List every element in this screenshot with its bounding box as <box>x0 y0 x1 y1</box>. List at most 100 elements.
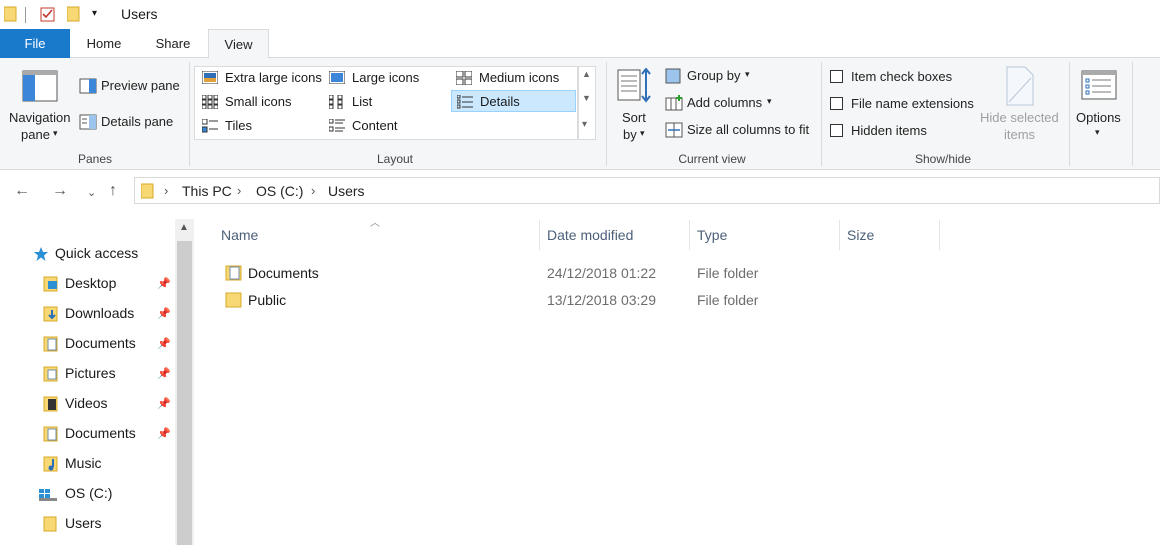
pin-icon[interactable]: 📌 <box>157 427 171 440</box>
up-arrow-icon[interactable]: ↑ <box>109 182 117 200</box>
pin-icon[interactable]: 📌 <box>157 367 171 380</box>
tab-home[interactable]: Home <box>70 29 138 58</box>
group-by-button[interactable]: Group by ▾ <box>663 66 763 86</box>
scroll-down-icon[interactable]: ▼ <box>582 93 591 103</box>
sidebar-item-users[interactable]: Users <box>0 509 174 539</box>
tab-file[interactable]: File <box>0 29 70 58</box>
size-all-columns-button[interactable]: Size all columns to fit <box>663 120 815 140</box>
pin-icon[interactable]: 📌 <box>157 277 171 290</box>
window-title: Users <box>121 6 158 22</box>
sidebar-item-music[interactable]: Music <box>0 449 174 479</box>
forward-arrow-icon[interactable]: → <box>52 182 68 200</box>
layout-content[interactable]: Content <box>324 115 398 137</box>
medium-icons-icon <box>456 71 472 85</box>
list-icon <box>329 95 343 109</box>
sidebar-item-downloads[interactable]: Downloads 📌 <box>0 299 174 329</box>
breadcrumb-this-pc[interactable]: This PC <box>182 183 232 199</box>
layout-list[interactable]: List <box>324 91 372 113</box>
details-pane-button[interactable]: Details pane <box>77 111 185 133</box>
file-list: ︿ Name Date modified Type Size Documents… <box>196 214 1160 545</box>
hidden-items-toggle[interactable]: Hidden items <box>828 122 958 140</box>
layout-large-icons[interactable]: Large icons <box>324 67 419 89</box>
column-divider[interactable] <box>689 220 690 250</box>
file-name-extensions-toggle[interactable]: File name extensions <box>828 95 978 113</box>
layout-group-label: Layout <box>376 152 414 166</box>
navigation-pane-button[interactable]: Navigation pane ▾ <box>4 64 74 148</box>
sidebar-item-documents[interactable]: Documents 📌 <box>0 329 174 359</box>
sidebar-item-desktop[interactable]: Desktop 📌 <box>0 269 174 299</box>
layout-small-icons[interactable]: Small icons <box>197 91 291 113</box>
sidebar-item-documents-2[interactable]: Documents 📌 <box>0 419 174 449</box>
sidebar-item-quick-access[interactable]: Quick access <box>0 239 174 269</box>
file-type: File folder <box>697 265 759 281</box>
sidebar-item-label: Downloads <box>65 305 135 321</box>
hidden-items-checkbox[interactable] <box>830 124 843 137</box>
preview-pane-button[interactable]: Preview pane <box>77 75 185 97</box>
group-divider <box>189 62 190 166</box>
column-divider[interactable] <box>539 220 540 250</box>
breadcrumb-os-c[interactable]: OS (C:) <box>256 183 303 199</box>
navigation-pane-scrollbar[interactable]: ▲ <box>175 219 194 545</box>
table-row[interactable]: Documents 24/12/2018 01:22 File folder <box>221 260 1160 286</box>
breadcrumb-users[interactable]: Users <box>328 183 365 199</box>
hide-selected-icon <box>1006 66 1034 106</box>
breadcrumb-separator-icon[interactable]: › <box>237 183 241 198</box>
layout-medium-icons[interactable]: Medium icons <box>451 67 559 89</box>
layout-gallery: Extra large icons Large icons Medium ico… <box>194 66 578 140</box>
chevron-down-icon: ▾ <box>745 69 750 79</box>
layout-details[interactable]: Details <box>451 90 576 112</box>
pin-icon[interactable]: 📌 <box>157 337 171 350</box>
sidebar-item-pictures[interactable]: Pictures 📌 <box>0 359 174 389</box>
tiles-icon <box>202 119 218 133</box>
sidebar-item-label: Music <box>65 455 102 471</box>
scroll-up-icon[interactable]: ▲ <box>179 222 189 233</box>
file-name-extensions-checkbox[interactable] <box>830 97 843 110</box>
new-folder-icon[interactable] <box>67 6 81 22</box>
content-icon <box>329 119 345 132</box>
layout-extra-large-icons[interactable]: Extra large icons <box>197 67 322 89</box>
properties-icon[interactable] <box>40 6 56 22</box>
layout-gallery-scroll[interactable]: ▲ ▼ ▾ <box>578 66 596 140</box>
recent-locations-chevron-icon[interactable]: ⌄ <box>87 186 96 199</box>
breadcrumb-separator-icon[interactable]: › <box>164 183 168 198</box>
file-name: Documents <box>248 265 319 281</box>
sidebar-item-os-c[interactable]: OS (C:) <box>0 479 174 509</box>
gallery-more-icon[interactable]: ▾ <box>582 119 587 130</box>
tab-share[interactable]: Share <box>138 29 208 58</box>
navigation-bar: ← → ⌄ ↑ › This PC › OS (C:) › Users <box>0 170 1160 214</box>
sort-by-button[interactable]: Sort by ▾ <box>612 64 658 148</box>
navigation-pane-label-1: Navigation <box>9 110 71 125</box>
extra-large-icons-icon <box>202 71 218 84</box>
column-header-name[interactable]: Name <box>221 220 539 256</box>
item-check-boxes-label: Item check boxes <box>851 69 953 84</box>
column-header-label: Type <box>697 227 728 243</box>
table-row[interactable]: Public 13/12/2018 03:29 File folder <box>221 287 1160 313</box>
column-header-size[interactable]: Size <box>847 220 939 256</box>
column-divider[interactable] <box>839 220 840 250</box>
tab-view[interactable]: View <box>208 29 269 59</box>
details-pane-label: Details pane <box>101 114 174 129</box>
address-bar[interactable]: › This PC › OS (C:) › Users <box>134 177 1160 204</box>
scroll-up-icon[interactable]: ▲ <box>582 69 591 79</box>
file-type: File folder <box>697 292 759 308</box>
item-check-boxes-checkbox[interactable] <box>830 70 843 83</box>
add-columns-button[interactable]: Add columns ▾ <box>663 93 778 113</box>
back-arrow-icon[interactable]: ← <box>14 182 30 200</box>
sidebar-item-videos[interactable]: Videos 📌 <box>0 389 174 419</box>
customize-toolbar-chevron-icon[interactable]: ▾ <box>92 8 97 19</box>
column-header-type[interactable]: Type <box>697 220 839 256</box>
scrollbar-thumb[interactable] <box>177 241 192 545</box>
options-label: Options <box>1076 110 1121 125</box>
options-button[interactable]: Options ▾ <box>1072 64 1128 148</box>
hide-selected-items-button[interactable]: Hide selected items <box>978 64 1062 148</box>
column-divider[interactable] <box>939 220 940 250</box>
layout-tiles[interactable]: Tiles <box>197 115 252 137</box>
navigation-pane-icon <box>22 70 58 102</box>
column-header-date-modified[interactable]: Date modified <box>547 220 689 256</box>
star-icon <box>34 247 48 261</box>
item-check-boxes-toggle[interactable]: Item check boxes <box>828 68 958 86</box>
current-view-group-label: Current view <box>678 152 746 166</box>
pin-icon[interactable]: 📌 <box>157 397 171 410</box>
breadcrumb-separator-icon[interactable]: › <box>311 183 315 198</box>
pin-icon[interactable]: 📌 <box>157 307 171 320</box>
